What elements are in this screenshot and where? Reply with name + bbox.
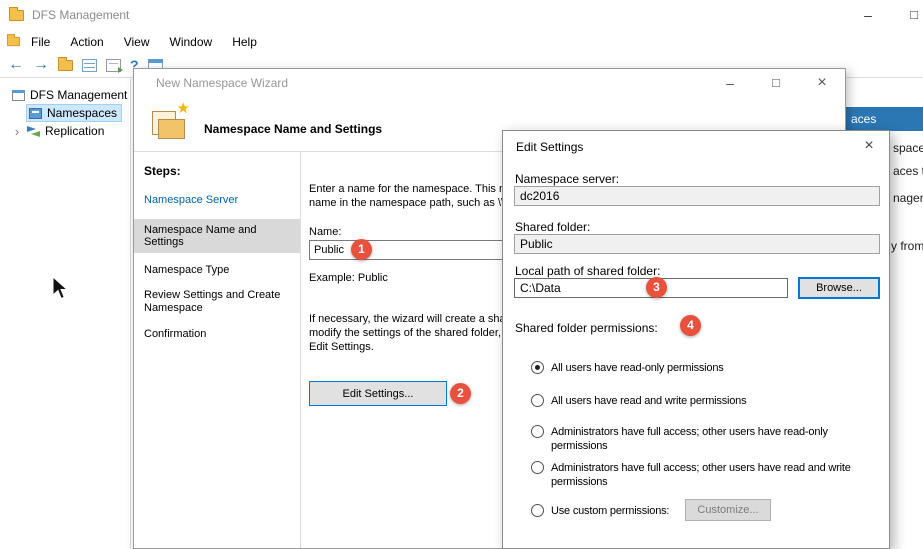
radio-button-icon[interactable]: [531, 504, 544, 517]
folder-icon[interactable]: [58, 60, 73, 71]
background-text-fragment: nagen: [893, 191, 923, 205]
content-pane-header-fragment: aces: [846, 107, 923, 131]
title-bar: DFS Management: [0, 0, 923, 30]
star-icon: [177, 99, 190, 117]
menu-view[interactable]: View: [114, 32, 160, 52]
tree-selection: Namespaces: [26, 104, 122, 122]
wizard-close-button[interactable]: [799, 69, 845, 97]
screen: { "window": { "title": "DFS Management",…: [0, 0, 923, 549]
radio-admin-full-users-read[interactable]: Administrators have full access; other u…: [531, 425, 828, 453]
permissions-label: Shared folder permissions:: [515, 321, 658, 335]
intro-line-1: Enter a name for the namespace. This na: [309, 182, 511, 196]
window-title: DFS Management: [32, 8, 129, 22]
radio-admin-full-users-read-write[interactable]: Administrators have full access; other u…: [531, 461, 851, 489]
forward-icon[interactable]: [33, 56, 49, 74]
annotation-badge-3: 3: [646, 277, 667, 298]
wizard-heading: Namespace Name and Settings: [204, 122, 382, 136]
radio-label: Administrators have full access; other u…: [551, 425, 828, 453]
namespace-server-label: Namespace server:: [515, 172, 619, 186]
step-confirmation: Confirmation: [144, 328, 290, 340]
edit-settings-button[interactable]: Edit Settings...: [309, 381, 447, 406]
annotation-badge-1: 1: [351, 239, 372, 260]
edit-settings-close-button[interactable]: [849, 131, 889, 161]
radio-label: All users have read-only permissions: [551, 361, 724, 375]
example-text: Example: Public: [309, 272, 388, 284]
edit-settings-title: Edit Settings: [516, 140, 583, 154]
wizard-steps-panel: Steps: Namespace Server Namespace Name a…: [134, 152, 301, 548]
menubar-icon: [7, 37, 20, 46]
wizard-page-icon: [150, 101, 192, 143]
note-line-2: modify the settings of the shared folder…: [309, 326, 510, 340]
menu-action[interactable]: Action: [60, 32, 113, 52]
header-fragment-text: aces: [851, 112, 876, 126]
browse-button[interactable]: Browse...: [798, 277, 880, 299]
wizard-intro-text: Enter a name for the namespace. This na …: [309, 182, 511, 210]
app-icon: [9, 10, 24, 21]
namespace-server-input[interactable]: [514, 186, 880, 206]
note-line-1: If necessary, the wizard will create a s…: [309, 312, 510, 326]
menu-help[interactable]: Help: [222, 32, 267, 52]
radio-button-icon[interactable]: [531, 361, 544, 374]
background-text-fragment: y from: [891, 239, 923, 253]
edit-settings-dialog: Edit Settings Namespace server: Shared f…: [502, 130, 890, 549]
note-line-3: Edit Settings.: [309, 340, 510, 354]
wizard-title: New Namespace Wizard: [156, 76, 288, 90]
background-text-fragment: space...: [893, 141, 923, 155]
name-label: Name:: [309, 226, 341, 238]
back-icon[interactable]: [8, 56, 24, 74]
background-text-fragment: aces t: [893, 164, 923, 178]
wizard-title-bar: New Namespace Wizard: [134, 69, 845, 97]
properties-icon[interactable]: [106, 59, 121, 72]
tree-item-label: Namespaces: [47, 106, 117, 120]
replication-icon: [27, 125, 40, 138]
console-tree: DFS Management Namespaces Replication: [0, 79, 131, 549]
maximize-button[interactable]: [897, 0, 923, 30]
shared-folder-input[interactable]: [514, 234, 880, 254]
export-list-icon[interactable]: [82, 59, 97, 72]
chevron-right-icon[interactable]: [12, 124, 22, 139]
mouse-cursor: [52, 276, 70, 302]
radio-button-icon[interactable]: [531, 425, 544, 438]
annotation-badge-4: 4: [680, 315, 701, 336]
shared-folder-label: Shared folder:: [515, 220, 590, 234]
local-path-label: Local path of shared folder:: [515, 264, 660, 278]
wizard-note-text: If necessary, the wizard will create a s…: [309, 312, 510, 354]
radio-custom-permissions[interactable]: Use custom permissions:: [531, 504, 669, 518]
tree-item-label: Replication: [45, 124, 104, 138]
step-review-settings: Review Settings and Create Namespace: [144, 289, 289, 315]
tree-item-namespaces[interactable]: Namespaces: [0, 104, 130, 122]
radio-label: All users have read and write permission…: [551, 394, 746, 408]
tree-item-dfs-management[interactable]: DFS Management: [0, 86, 130, 104]
radio-read-write[interactable]: All users have read and write permission…: [531, 394, 746, 408]
radio-button-icon[interactable]: [531, 394, 544, 407]
radio-label: Use custom permissions:: [551, 504, 669, 518]
menu-window[interactable]: Window: [160, 32, 223, 52]
menu-file[interactable]: File: [21, 32, 60, 52]
step-namespace-name-and-settings: Namespace Name and Settings: [134, 219, 300, 253]
menu-bar: File Action View Window Help: [0, 30, 923, 53]
minimize-button[interactable]: [851, 0, 885, 30]
radio-button-icon[interactable]: [531, 461, 544, 474]
console-root-icon: [12, 90, 25, 101]
step-namespace-type: Namespace Type: [144, 264, 290, 276]
tree-item-label: DFS Management: [30, 88, 127, 102]
tree-item-replication[interactable]: Replication: [0, 122, 130, 140]
wizard-minimize-button[interactable]: [707, 69, 753, 97]
customize-button: Customize...: [685, 499, 771, 521]
intro-line-2: name in the namespace path, such as \\: [309, 196, 511, 210]
steps-title: Steps:: [144, 164, 300, 178]
namespaces-icon: [29, 108, 42, 119]
radio-label: Administrators have full access; other u…: [551, 461, 851, 489]
step-namespace-server: Namespace Server: [144, 194, 290, 206]
annotation-badge-2: 2: [450, 383, 471, 404]
wizard-maximize-button[interactable]: [753, 69, 799, 97]
radio-read-only[interactable]: All users have read-only permissions: [531, 361, 724, 375]
